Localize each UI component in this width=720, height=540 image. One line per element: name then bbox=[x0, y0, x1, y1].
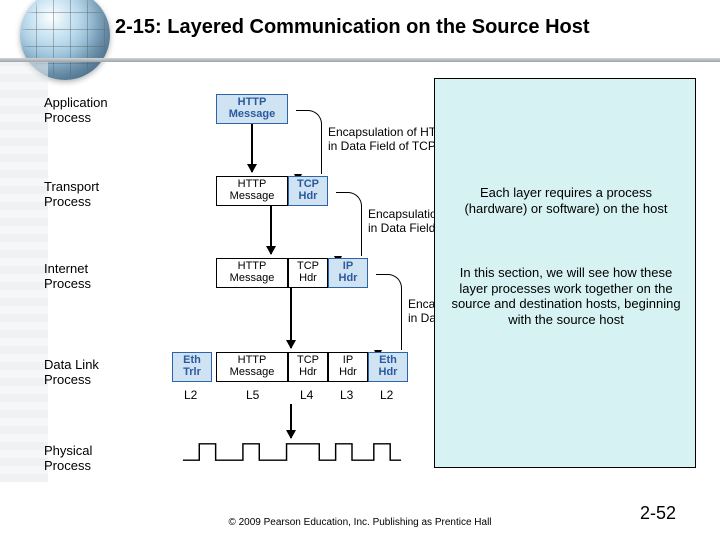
label-application-process: ApplicationProcess bbox=[44, 96, 144, 126]
header-rule bbox=[0, 58, 720, 62]
box-tcp-hdr-eth: TCPHdr bbox=[288, 352, 328, 382]
arrow-datalink-to-physical bbox=[290, 404, 292, 438]
label-transport-process: TransportProcess bbox=[44, 180, 144, 210]
box-http-message-ip: HTTPMessage bbox=[216, 258, 288, 288]
layer-tag-l2a: L2 bbox=[184, 388, 197, 402]
callout-paragraph-2: In this section, we will see how these l… bbox=[447, 265, 685, 327]
box-eth-trlr: EthTrlr bbox=[172, 352, 212, 382]
label-internet-process: InternetProcess bbox=[44, 262, 144, 292]
callout-box: Each layer requires a process (hardware)… bbox=[434, 78, 696, 468]
arrow-app-to-transport bbox=[251, 124, 253, 172]
curve-http-to-tcp bbox=[296, 110, 322, 174]
arrow-transport-to-internet bbox=[270, 206, 272, 254]
box-ip-hdr: IPHdr bbox=[328, 258, 368, 288]
label-datalink-process: Data LinkProcess bbox=[44, 358, 144, 388]
layer-tag-l3: L3 bbox=[340, 388, 353, 402]
layer-tag-l4: L4 bbox=[300, 388, 313, 402]
box-tcp-hdr: TCPHdr bbox=[288, 176, 328, 206]
box-ip-hdr-eth: IPHdr bbox=[328, 352, 368, 382]
layer-tag-l2b: L2 bbox=[380, 388, 393, 402]
sidebar-texture bbox=[0, 62, 48, 482]
callout-paragraph-1: Each layer requires a process (hardware)… bbox=[447, 185, 685, 216]
curve-ip-to-eth bbox=[376, 274, 402, 350]
layer-tag-l5: L5 bbox=[246, 388, 259, 402]
box-http-message-tcp: HTTPMessage bbox=[216, 176, 288, 206]
physical-signal-waveform bbox=[172, 442, 412, 462]
copyright-line: © 2009 Pearson Education, Inc. Publishin… bbox=[0, 517, 720, 528]
box-tcp-hdr-ip: TCPHdr bbox=[288, 258, 328, 288]
box-http-message-app: HTTPMessage bbox=[216, 94, 288, 124]
box-eth-hdr: EthHdr bbox=[368, 352, 408, 382]
curve-tcp-to-ip bbox=[336, 192, 362, 256]
label-physical-process: PhysicalProcess bbox=[44, 444, 144, 474]
slide-title: 2-15: Layered Communication on the Sourc… bbox=[115, 16, 590, 39]
arrow-internet-to-datalink bbox=[290, 288, 292, 348]
box-http-message-eth: HTTPMessage bbox=[216, 352, 288, 382]
